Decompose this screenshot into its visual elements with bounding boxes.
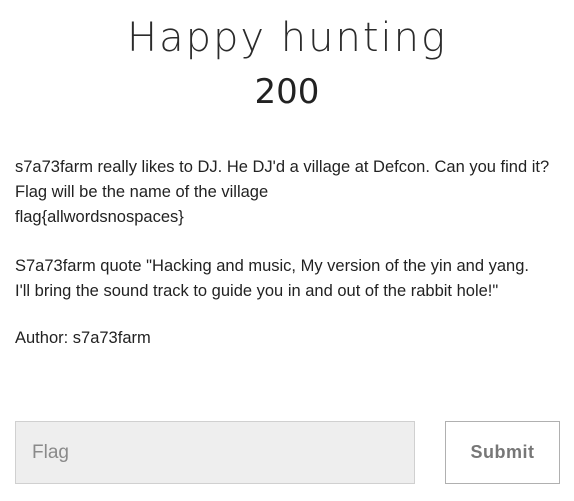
challenge-points: 200 [254,72,320,112]
flag-input[interactable] [15,421,415,484]
description-line: s7a73farm really likes to DJ. He DJ'd a … [15,158,550,176]
description-line: Flag will be the name of the village [15,183,269,201]
challenge-author: Author: s7a73farm [15,329,151,347]
challenge-description: s7a73farm really likes to DJ. He DJ'd a … [15,155,570,230]
challenge-title: Happy hunting [127,15,447,61]
submit-button[interactable]: Submit [445,421,560,484]
quote-line: I'll bring the sound track to guide you … [15,282,499,300]
description-line: flag{allwordsnospaces} [15,208,184,226]
challenge-quote: S7a73farm quote "Hacking and music, My v… [15,254,570,304]
quote-line: S7a73farm quote "Hacking and music, My v… [15,257,529,275]
